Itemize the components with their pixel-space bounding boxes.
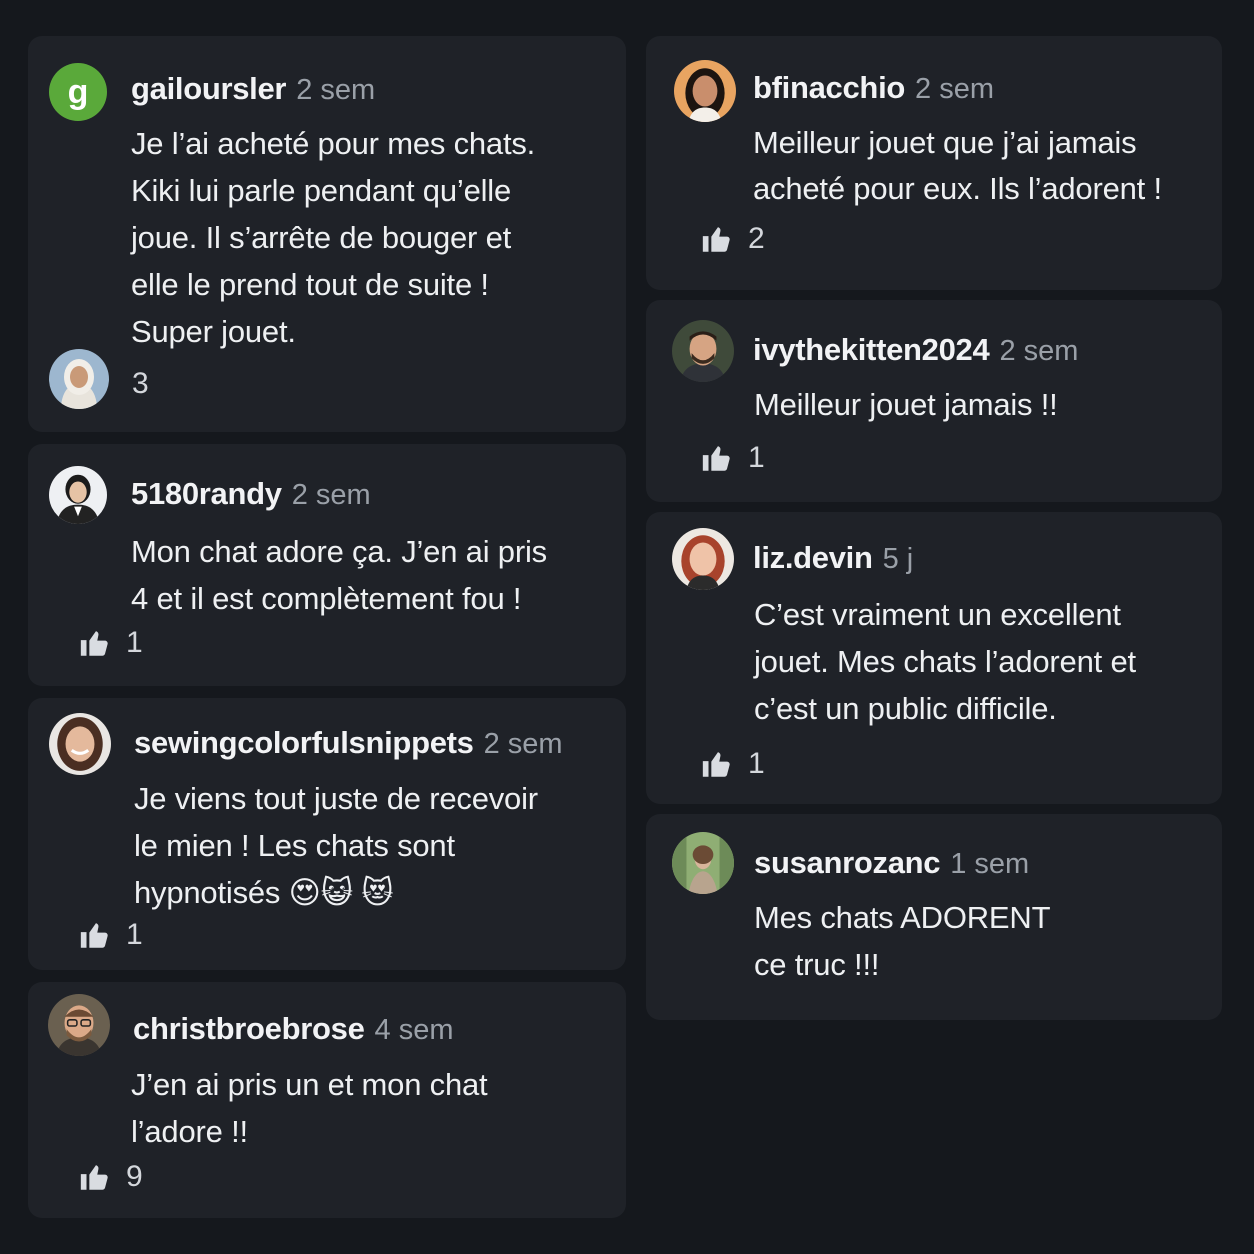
thumbs-up-icon xyxy=(700,222,734,256)
comment-header: sewingcolorfulsnippets 2 sem xyxy=(134,723,563,764)
comment-text: Meilleur jouet jamais !! xyxy=(754,387,1058,422)
like-button[interactable]: 1 xyxy=(78,918,143,952)
comment-card-ivythekitten2024: ivythekitten2024 2 sem Meilleur jouet jam… xyxy=(646,300,1222,502)
username[interactable]: bfinacchio xyxy=(753,70,905,105)
like-count: 2 xyxy=(748,222,765,255)
thumbs-up-icon xyxy=(78,918,112,952)
comment-text: Je viens tout juste de recevoir le mien … xyxy=(134,781,538,910)
comment-text: J’en ai pris un et mon chat l’adore !! xyxy=(131,1067,488,1149)
comment-text: Je l’ai acheté pour mes chats. Kiki lui … xyxy=(131,126,536,349)
like-count: 1 xyxy=(126,626,143,659)
timestamp: 2 sem xyxy=(291,479,371,511)
thumbs-up-icon xyxy=(700,747,734,781)
like-button[interactable]: 2 xyxy=(700,222,765,256)
comment-text: Meilleur jouet que j’ai jamais acheté po… xyxy=(753,125,1162,206)
avatar[interactable] xyxy=(672,320,734,382)
avatar[interactable] xyxy=(48,994,110,1056)
comment-text: C’est vraiment un excellent jouet. Mes c… xyxy=(754,597,1136,726)
timestamp: 2 sem xyxy=(296,74,376,106)
comment-header: ivythekitten2024 2 sem xyxy=(753,330,1078,371)
timestamp: 5 j xyxy=(882,543,914,575)
avatar[interactable] xyxy=(49,466,107,524)
comment-card-liz-devin: liz.devin 5 j C’est vraiment un excellent… xyxy=(646,512,1222,804)
like-button[interactable]: 9 xyxy=(78,1160,143,1194)
like-button[interactable]: 1 xyxy=(700,747,765,781)
thumbs-up-icon xyxy=(78,1160,112,1194)
comment-text: Mes chats ADORENT ce truc !!! xyxy=(754,900,1051,982)
timestamp: 2 sem xyxy=(915,73,994,105)
username[interactable]: christbroebrose xyxy=(133,1011,365,1046)
username[interactable]: gailoursler xyxy=(131,71,287,106)
liker-avatar[interactable] xyxy=(49,349,109,409)
comment-header: bfinacchio 2 sem xyxy=(753,68,994,109)
username[interactable]: susanrozanc xyxy=(754,845,941,880)
avatar[interactable] xyxy=(672,832,734,894)
avatar[interactable]: g xyxy=(49,63,107,121)
comment-card-susanrozanc: susanrozanc 1 sem Mes chats ADORENT ce tr… xyxy=(646,814,1222,1020)
comment-header: christbroebrose 4 sem xyxy=(133,1009,454,1050)
timestamp: 2 sem xyxy=(999,335,1079,367)
comment-card-sewingcolorfulsnippets: sewingcolorfulsnippets 2 sem Je viens tou… xyxy=(28,698,626,970)
comment-card-bfinacchio: bfinacchio 2 sem Meilleur jouet que j’ai … xyxy=(646,36,1222,290)
like-count: 1 xyxy=(748,747,765,780)
timestamp: 2 sem xyxy=(483,728,563,760)
comment-header: 5180randy 2 sem xyxy=(131,474,371,515)
avatar[interactable] xyxy=(672,528,734,590)
username[interactable]: sewingcolorfulsnippets xyxy=(134,725,474,760)
username[interactable]: 5180randy xyxy=(131,476,282,511)
avatar[interactable] xyxy=(49,713,111,775)
comment-card-5180randy: 5180randy 2 sem Mon chat adore ça. J’en a… xyxy=(28,444,626,686)
timestamp: 1 sem xyxy=(950,848,1030,880)
thumbs-up-icon xyxy=(78,626,112,660)
like-count: 3 xyxy=(132,367,149,400)
comment-header: susanrozanc 1 sem xyxy=(754,843,1029,884)
like-button[interactable]: 1 xyxy=(700,441,765,475)
comment-header: liz.devin 5 j xyxy=(753,538,913,579)
comment-card-christbroebrose: christbroebrose 4 sem J’en ai pris un et … xyxy=(28,982,626,1218)
username[interactable]: ivythekitten2024 xyxy=(753,332,990,367)
like-count: 1 xyxy=(126,918,143,951)
thumbs-up-icon xyxy=(700,441,734,475)
comment-card-gailoursler: g gailoursler 2 sem Je l’ai acheté pour m… xyxy=(28,36,626,432)
username[interactable]: liz.devin xyxy=(753,540,873,575)
like-count: 9 xyxy=(126,1160,143,1193)
timestamp: 4 sem xyxy=(374,1014,454,1046)
like-count: 1 xyxy=(748,441,765,474)
comment-header: gailoursler 2 sem xyxy=(131,69,375,110)
comment-text: Mon chat adore ça. J’en ai pris 4 et il … xyxy=(131,534,547,616)
avatar[interactable] xyxy=(674,60,736,122)
like-button[interactable]: 1 xyxy=(78,626,143,660)
